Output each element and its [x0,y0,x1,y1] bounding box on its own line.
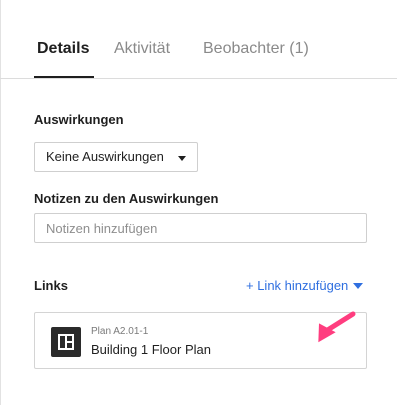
add-link-dropdown-icon[interactable] [353,283,363,289]
tab-bar: Details Aktivität Beobachter (1) [0,0,397,79]
notes-input[interactable] [34,213,367,243]
annotation-arrow-icon [318,311,356,343]
active-tab-indicator [34,76,94,78]
tab-watchers[interactable]: Beobachter (1) [203,40,309,58]
notes-label: Notizen zu den Auswirkungen [34,191,219,206]
chevron-down-icon [178,156,186,161]
impact-label: Auswirkungen [34,112,124,127]
tab-details[interactable]: Details [37,40,89,58]
floor-plan-icon [51,327,81,357]
link-item-subtitle: Plan A2.01-1 [91,326,149,337]
add-link-button[interactable]: + Link hinzufügen [246,278,348,293]
link-item-title: Building 1 Floor Plan [91,342,211,357]
links-label: Links [34,278,68,293]
impact-select[interactable]: Keine Auswirkungen [34,142,198,172]
tab-activity[interactable]: Aktivität [114,40,170,58]
impact-select-value: Keine Auswirkungen [46,149,164,164]
